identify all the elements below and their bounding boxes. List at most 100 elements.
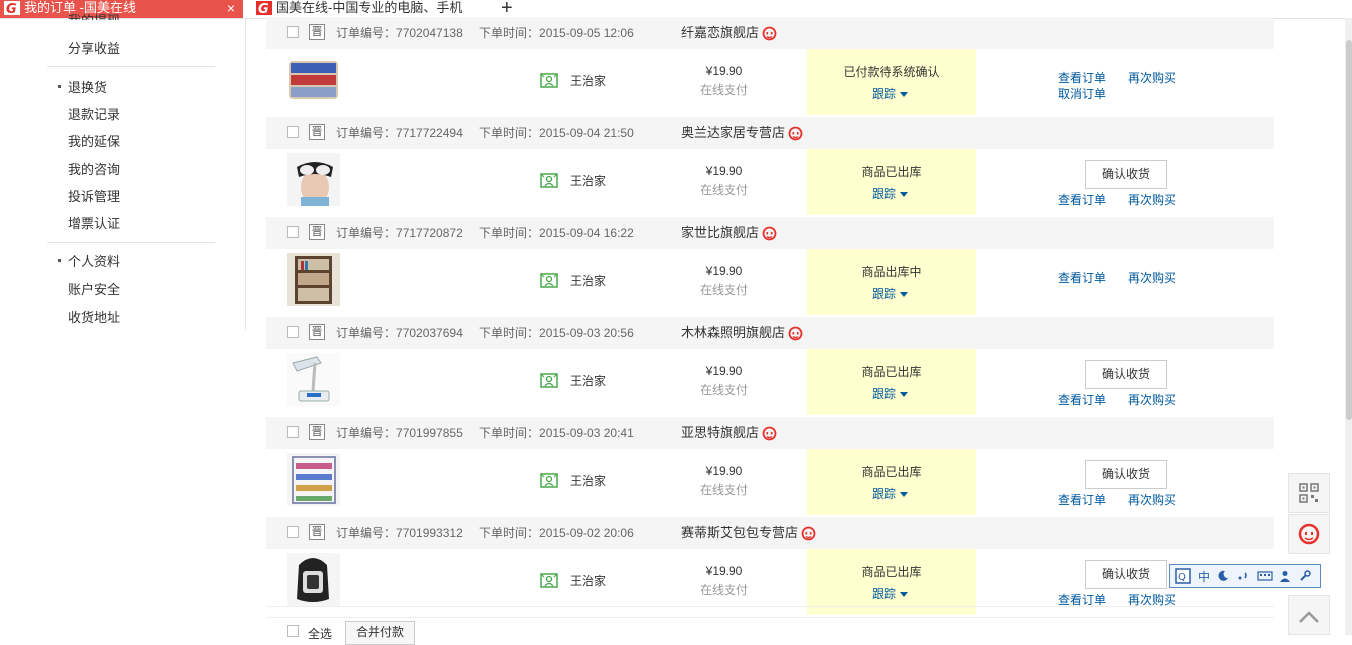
view-order-link[interactable]: 查看订单: [1058, 191, 1106, 208]
customer-service-icon: [1298, 523, 1320, 545]
pin-badge: 晋: [309, 124, 325, 140]
product-thumbnail[interactable]: [287, 53, 340, 106]
confirm-receipt-button[interactable]: 确认收货: [1085, 460, 1167, 489]
order-header: 晋订单编号：7717722494 下单时间：2015-09-04 21:50 奥兰达…: [266, 117, 1274, 149]
view-order-link[interactable]: 查看订单: [1058, 391, 1106, 408]
product-thumbnail[interactable]: [287, 153, 340, 206]
sidebar-item-extended-warranty[interactable]: 我的延保: [68, 131, 120, 150]
order-status: 商品已出库: [861, 365, 922, 379]
customer-service-icon[interactable]: [801, 526, 816, 541]
order-checkbox[interactable]: [287, 226, 299, 238]
sidebar-item-withdraw[interactable]: 我的提现: [68, 10, 120, 20]
sidebar-item-consultation[interactable]: 我的咨询: [68, 159, 120, 178]
track-dropdown[interactable]: 跟踪: [872, 85, 908, 102]
rebuy-link[interactable]: 再次购买: [1128, 69, 1176, 86]
shop-name[interactable]: 赛蒂斯艾包包专营店: [681, 517, 816, 549]
shop-name[interactable]: 亚思特旗舰店: [681, 417, 777, 449]
shop-name[interactable]: 木林森照明旗舰店: [681, 317, 803, 349]
moon-icon[interactable]: [1217, 570, 1229, 582]
cancel-order-link[interactable]: 取消订单: [1058, 85, 1106, 102]
product-thumbnail[interactable]: [287, 553, 340, 606]
product-thumbnail[interactable]: [287, 253, 340, 306]
gome-logo-icon: G: [256, 1, 272, 15]
order-price: ¥19.90: [705, 464, 743, 478]
order-checkbox[interactable]: [287, 26, 299, 38]
merge-pay-button[interactable]: 合并付款: [345, 621, 416, 645]
order-status: 商品已出库: [861, 465, 922, 479]
recipient-icon: [540, 373, 558, 388]
order-item: 晋订单编号：7701997855 下单时间：2015-09-03 20:41 亚思特…: [266, 417, 1274, 518]
customer-service-icon[interactable]: [762, 426, 777, 441]
order-time: 下单时间：2015-09-04 21:50: [479, 126, 634, 140]
confirm-receipt-button[interactable]: 确认收货: [1085, 360, 1167, 389]
order-item: 晋订单编号：7717722494 下单时间：2015-09-04 21:50 奥兰达…: [266, 117, 1274, 218]
recipient-icon: [540, 173, 558, 188]
view-order-link[interactable]: 查看订单: [1058, 491, 1106, 508]
rebuy-link[interactable]: 再次购买: [1128, 391, 1176, 408]
tab-gome-home[interactable]: G 国美在线-中国专业的电脑、手机: [252, 0, 494, 18]
sidebar-item-shipping-address[interactable]: 收货地址: [68, 307, 120, 326]
order-header: 晋订单编号：7717720872 下单时间：2015-09-04 16:22 家世比…: [266, 217, 1274, 249]
rebuy-link[interactable]: 再次购买: [1128, 191, 1176, 208]
close-icon[interactable]: ×: [227, 0, 235, 16]
track-dropdown[interactable]: 跟踪: [872, 485, 908, 502]
track-dropdown[interactable]: 跟踪: [872, 185, 908, 202]
order-checkbox[interactable]: [287, 526, 299, 538]
customer-service-icon[interactable]: [762, 226, 777, 241]
tab-my-orders[interactable]: G 我的订单 -国美在线 ×: [0, 0, 243, 18]
order-time: 下单时间：2015-09-05 12:06: [479, 26, 634, 40]
order-header: 晋订单编号：7701997855 下单时间：2015-09-03 20:41 亚思特…: [266, 417, 1274, 449]
shop-name[interactable]: 纤嘉恋旗舰店: [681, 17, 777, 49]
recipient-icon: [540, 473, 558, 488]
ime-toolbar[interactable]: Q 中: [1169, 564, 1321, 588]
order-number: 订单编号：7702037694: [336, 326, 463, 340]
rebuy-link[interactable]: 再次购买: [1128, 491, 1176, 508]
rebuy-link[interactable]: 再次购买: [1128, 269, 1176, 286]
order-status-cell: 已付款待系统确认 跟踪: [807, 49, 976, 115]
select-all-label: 全选: [308, 627, 333, 641]
order-checkbox[interactable]: [287, 326, 299, 338]
order-price: ¥19.90: [705, 164, 743, 178]
sidebar-item-invoice-auth[interactable]: 增票认证: [68, 213, 120, 232]
shop-name[interactable]: 家世比旗舰店: [681, 217, 777, 249]
sidebar-item-refund-records[interactable]: 退款记录: [68, 104, 120, 123]
track-dropdown[interactable]: 跟踪: [872, 285, 908, 302]
qr-code-button[interactable]: [1288, 473, 1330, 513]
product-thumbnail[interactable]: [287, 353, 340, 406]
product-thumbnail[interactable]: [287, 453, 340, 506]
scrollbar-thumb[interactable]: [1346, 40, 1352, 420]
order-body: 王治家 ¥19.90 在线支付 商品已出库 跟踪 确认收货 查看订单 再次购买: [266, 349, 1274, 418]
order-status-cell: 商品已出库 跟踪: [807, 349, 976, 415]
user-icon[interactable]: [1279, 570, 1291, 582]
sidebar-item-complaints[interactable]: 投诉管理: [68, 186, 120, 205]
track-dropdown[interactable]: 跟踪: [872, 385, 908, 402]
shop-name[interactable]: 奥兰达家居专营店: [681, 117, 803, 149]
pin-badge: 晋: [309, 324, 325, 340]
wrench-icon[interactable]: [1299, 570, 1311, 582]
customer-service-icon[interactable]: [788, 126, 803, 141]
svg-text:Q: Q: [1178, 572, 1186, 583]
customer-service-icon[interactable]: [762, 26, 777, 41]
order-checkbox[interactable]: [287, 126, 299, 138]
order-number: 订单编号：7717722494: [336, 126, 463, 140]
order-list: 晋订单编号：7702047138 下单时间：2015-09-05 12:06 纤嘉恋…: [266, 17, 1274, 635]
sidebar-item-account-security[interactable]: 账户安全: [68, 279, 120, 298]
back-to-top-button[interactable]: [1288, 595, 1330, 635]
order-checkbox[interactable]: [287, 426, 299, 438]
pin-badge: 晋: [309, 524, 325, 540]
confirm-receipt-button[interactable]: 确认收货: [1085, 160, 1167, 189]
order-header: 晋订单编号：7702047138 下单时间：2015-09-05 12:06 纤嘉恋…: [266, 17, 1274, 49]
customer-service-button[interactable]: [1288, 514, 1330, 554]
ime-mode-label[interactable]: 中: [1198, 568, 1210, 585]
order-price: ¥19.90: [705, 64, 743, 78]
sidebar-item-share-income[interactable]: 分享收益: [68, 38, 120, 57]
view-order-link[interactable]: 查看订单: [1058, 69, 1106, 86]
view-order-link[interactable]: 查看订单: [1058, 269, 1106, 286]
punctuation-icon[interactable]: [1237, 570, 1249, 582]
select-all-checkbox[interactable]: [287, 625, 299, 637]
confirm-receipt-button[interactable]: 确认收货: [1085, 560, 1167, 589]
recipient-icon: [540, 73, 558, 88]
track-dropdown[interactable]: 跟踪: [872, 585, 908, 602]
customer-service-icon[interactable]: [788, 326, 803, 341]
keyboard-icon[interactable]: [1257, 570, 1273, 582]
